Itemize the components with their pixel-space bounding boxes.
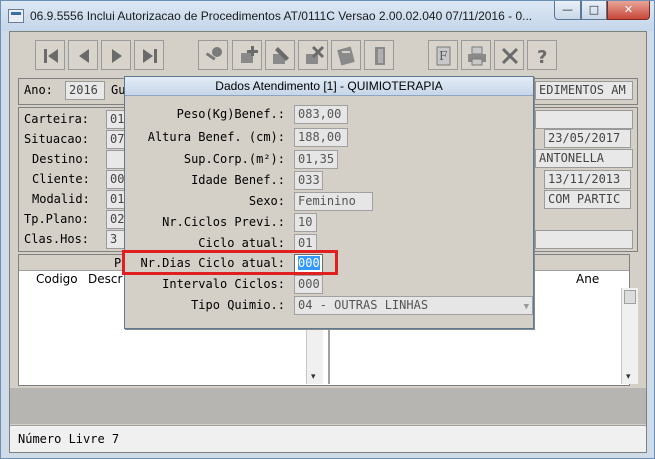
help-button[interactable]: ? (527, 40, 557, 70)
last-record-button[interactable] (134, 40, 164, 70)
delete-button[interactable] (298, 40, 328, 70)
intervalo-ciclos-field[interactable]: 000 (294, 275, 323, 294)
com-partic-field[interactable]: COM PARTIC (544, 190, 631, 209)
title-bar[interactable]: 06.9.5556 Inclui Autorizacao de Procedim… (1, 1, 654, 31)
procedimentos-field[interactable]: EDIMENTOS AM (535, 81, 633, 100)
report-icon: F (436, 46, 451, 66)
name-field[interactable]: ANTONELLA (535, 149, 633, 168)
document-icon (337, 46, 355, 66)
idade-label: Idade Benef.: (191, 173, 285, 187)
last-record-icon (143, 49, 157, 63)
tipo-quimio-value: 04 - OUTRAS LINHAS (298, 298, 429, 312)
scroll-thumb[interactable] (624, 290, 636, 304)
modalid-label: Modalid: (32, 192, 90, 206)
date-field-1[interactable]: 23/05/2017 (544, 129, 631, 148)
previous-icon (79, 49, 89, 63)
next-icon (112, 49, 122, 63)
ciclo-atual-label: Ciclo atual: (198, 236, 285, 250)
help-icon: ? (537, 47, 547, 67)
right-field-1[interactable] (535, 110, 633, 129)
tpplano-label: Tp.Plano: (24, 212, 90, 226)
svg-text:F: F (439, 49, 447, 63)
altura-label: Altura Benef. (cm): (147, 130, 285, 144)
destino-label: Destino: (32, 152, 90, 166)
add-icon (241, 46, 258, 63)
svg-text:?: ? (537, 47, 547, 67)
add-button[interactable] (232, 40, 262, 70)
app-icon (8, 9, 24, 23)
report-button[interactable]: F (428, 40, 458, 70)
key-search-icon (205, 47, 222, 61)
dialog-title[interactable]: Dados Atendimento [1] - QUIMIOTERAPIA (125, 77, 533, 96)
grid-footer-bar (10, 388, 646, 424)
right-field-bottom[interactable] (535, 230, 633, 249)
chevron-down-icon[interactable]: ▼ (524, 299, 529, 314)
next-record-button[interactable] (101, 40, 131, 70)
first-record-button[interactable] (35, 40, 65, 70)
tools-icon (501, 47, 519, 65)
peso-label: Peso(Kg)Benef.: (176, 107, 285, 121)
sexo-field[interactable]: Feminino (294, 192, 373, 211)
minimize-button[interactable]: — (554, 1, 581, 20)
nr-ciclos-previ-field[interactable]: 10 (294, 213, 317, 232)
clashos-label: Clas.Hos: (24, 232, 90, 246)
tipo-quimio-select[interactable]: 04 - OUTRAS LINHAS ▼ (294, 296, 533, 315)
main-window: 06.9.5556 Inclui Autorizacao de Procedim… (0, 0, 655, 459)
close-button[interactable]: ✕ (607, 1, 650, 20)
maximize-button[interactable]: □ (581, 1, 607, 20)
date-field-2[interactable]: 13/11/2013 (544, 170, 631, 189)
sup-corp-label: Sup.Corp.(m²): (183, 152, 285, 166)
situacao-label: Situacao: (24, 132, 90, 146)
scroll-down-icon[interactable]: ▾ (311, 372, 316, 382)
tipo-quimio-label: Tipo Quimio.: (191, 298, 285, 312)
idade-field[interactable]: 033 (294, 171, 323, 190)
carteira-label: Carteira: (24, 112, 90, 126)
ano-label: Ano: (24, 83, 53, 97)
edit-icon (273, 47, 289, 64)
edit-button[interactable] (265, 40, 295, 70)
nr-ciclos-previ-label: Nr.Ciclos Previ.: (162, 215, 285, 229)
col-codigo[interactable]: Codigo (36, 272, 78, 286)
previous-record-button[interactable] (68, 40, 98, 70)
scroll-down-icon[interactable]: ▾ (626, 372, 631, 382)
cliente-label: Cliente: (32, 172, 90, 186)
tools-button[interactable] (494, 40, 524, 70)
window-title: 06.9.5556 Inclui Autorizacao de Procedim… (30, 9, 533, 23)
highlight-box (122, 250, 338, 275)
delete-icon (306, 45, 325, 64)
altura-field[interactable]: 188,00 (294, 128, 348, 147)
col-descr[interactable]: Descr (88, 272, 122, 286)
exit-button[interactable] (364, 40, 394, 70)
status-bar: Número Livre 7 (10, 425, 646, 452)
ano-field[interactable]: 2016 (65, 81, 105, 100)
search-button[interactable] (198, 40, 228, 70)
status-text: Número Livre 7 (18, 432, 120, 446)
first-record-icon (44, 49, 58, 63)
door-exit-icon (375, 47, 385, 65)
peso-field[interactable]: 083,00 (294, 105, 348, 124)
printer-icon (468, 46, 486, 66)
sup-corp-field[interactable]: 01,35 (294, 150, 338, 169)
sexo-label: Sexo: (248, 194, 285, 208)
print-button[interactable] (461, 40, 491, 70)
quimioterapia-dialog: Dados Atendimento [1] - QUIMIOTERAPIA Pe… (122, 76, 534, 329)
col-ane[interactable]: Ane (576, 272, 599, 286)
intervalo-ciclos-label: Intervalo Ciclos: (162, 277, 285, 291)
right-grid-scrollbar[interactable]: ▾ (621, 288, 638, 384)
grid-left-title: P (114, 256, 122, 270)
toolbar: F ? (10, 32, 646, 77)
document-button[interactable] (331, 40, 361, 70)
